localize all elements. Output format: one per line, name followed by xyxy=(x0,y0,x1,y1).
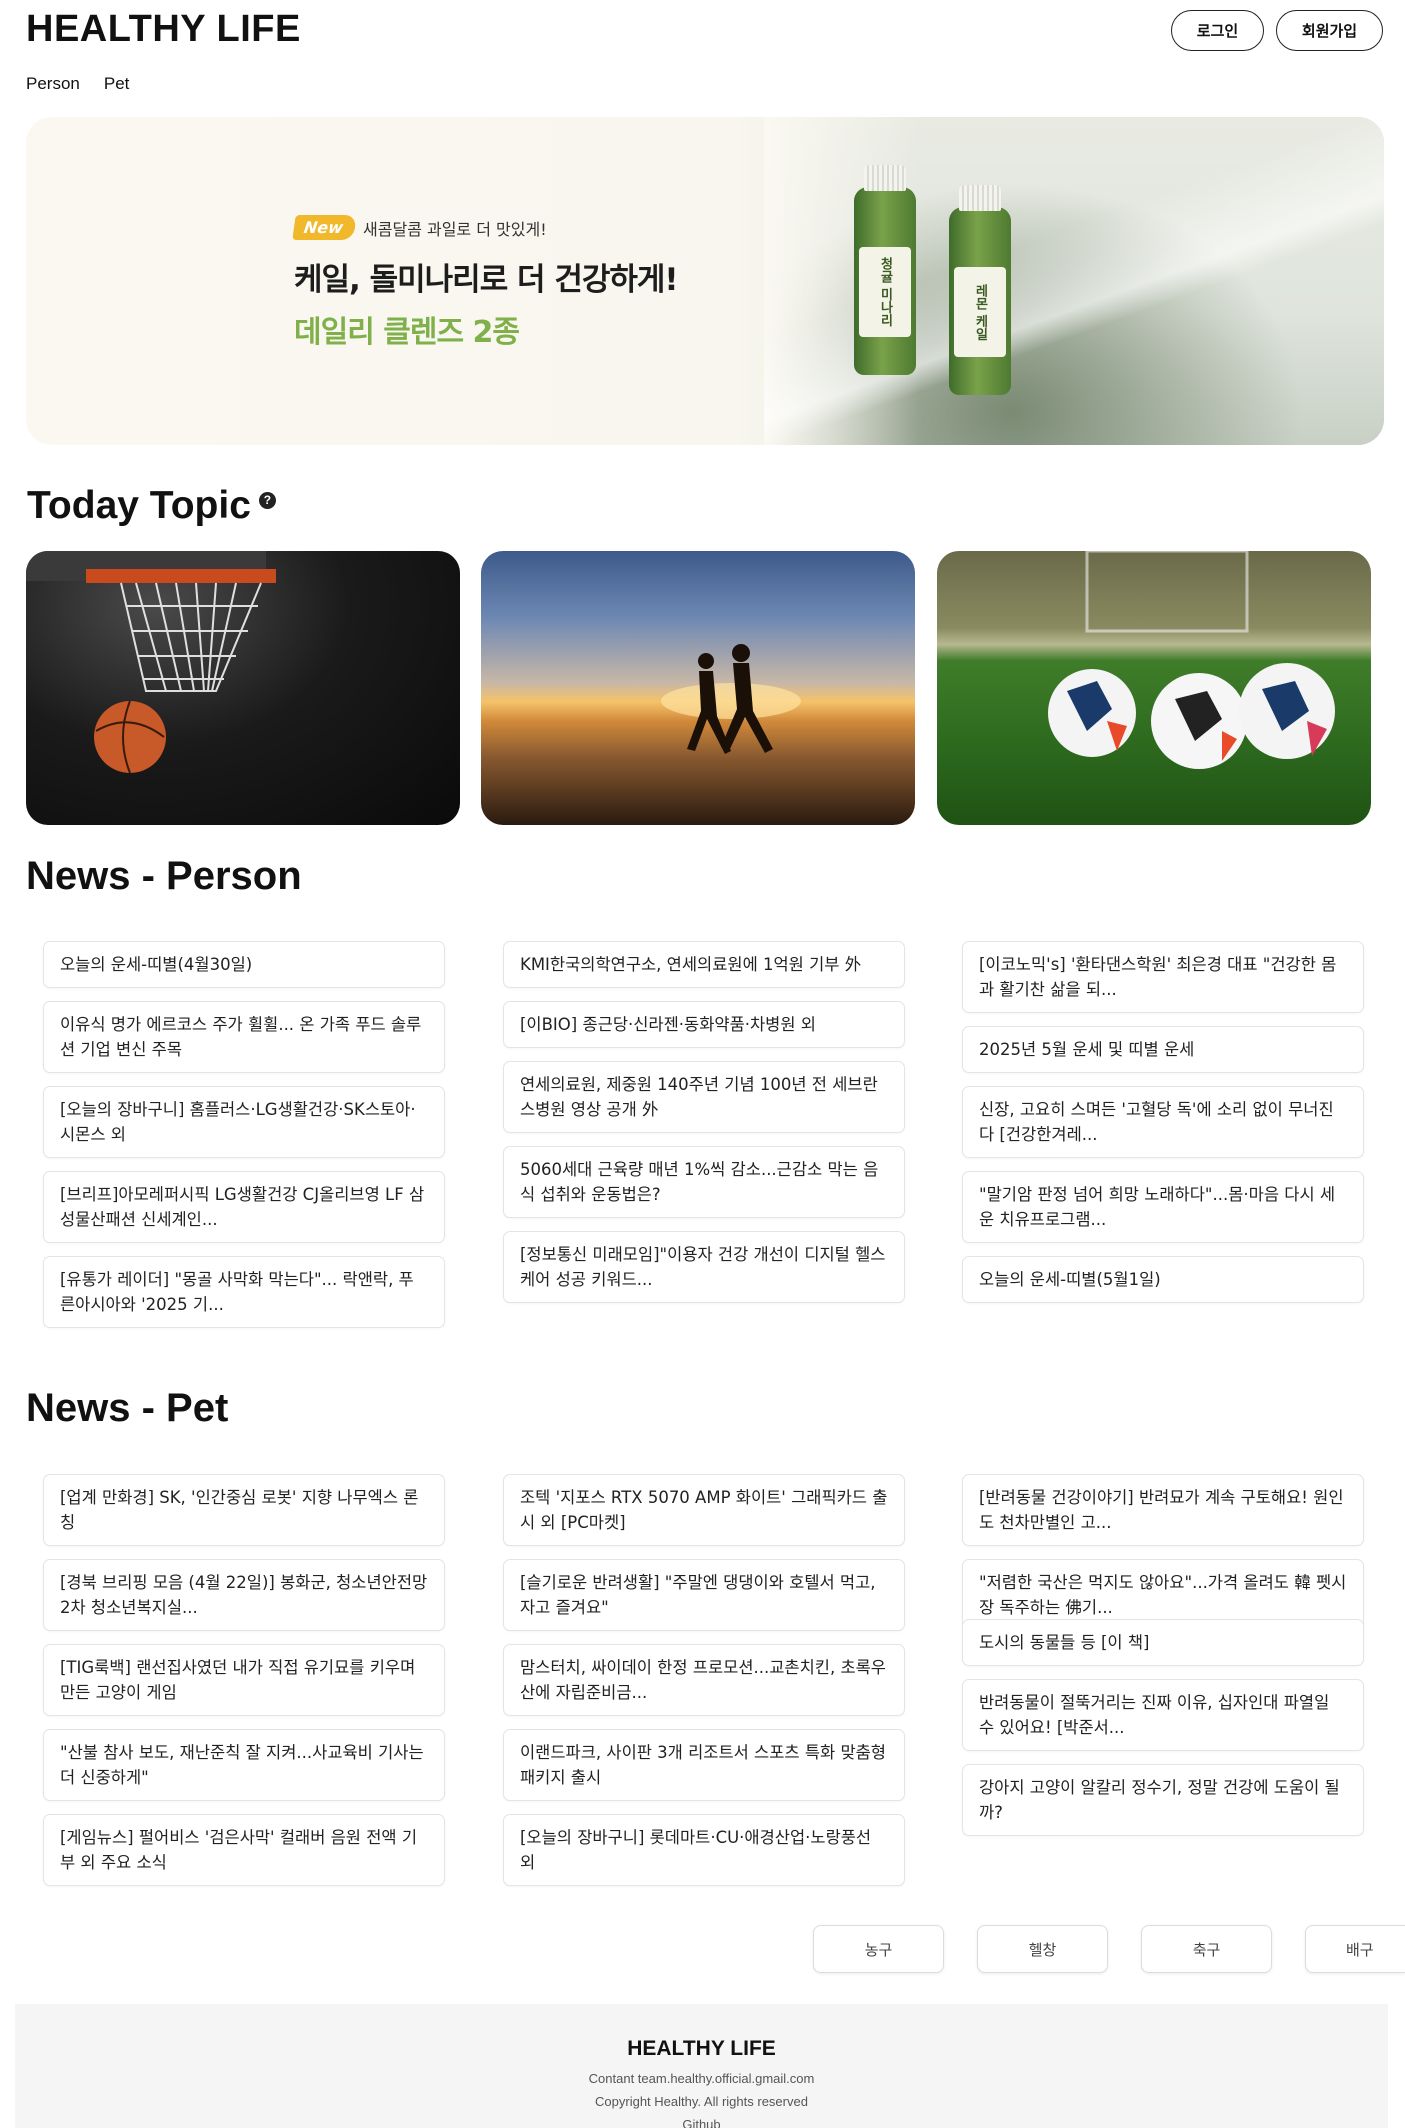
footer-copyright: Copyright Healthy. All rights reserved xyxy=(595,2094,808,2109)
news-item[interactable]: 맘스터치, 싸이데이 한정 프로모션...교촌치킨, 초록우산에 자립준비금..… xyxy=(503,1644,905,1716)
news-item[interactable]: KMI한국의학연구소, 연세의료원에 1억원 기부 外 xyxy=(503,941,905,988)
signup-button[interactable]: 회원가입 xyxy=(1276,10,1383,51)
login-button[interactable]: 로그인 xyxy=(1171,10,1264,51)
soccer-image xyxy=(1048,551,1335,769)
bottle-label: 레몬 케일 xyxy=(954,267,1006,357)
news-item[interactable]: "산불 참사 보도, 재난준칙 잘 지켜...사교육비 기사는 더 신중하게" xyxy=(43,1729,445,1801)
hero-banner[interactable]: 청귤 미나리 레몬 케일 New 새콤달콤 과일로 더 맛있게! 케일, 돌미나… xyxy=(26,117,1384,445)
category-button-basketball[interactable]: 농구 xyxy=(813,1925,944,1973)
news-item[interactable]: 신장, 고요히 스며든 '고혈당 독'에 소리 없이 무너진다 [건강한겨레..… xyxy=(962,1086,1364,1158)
running-image xyxy=(661,644,801,754)
news-pet-title: News - Pet xyxy=(26,1386,229,1430)
auth-buttons: 로그인 회원가입 xyxy=(1171,10,1383,51)
news-item[interactable]: [경북 브리핑 모음 (4월 22일)] 봉화군, 청소년안전망 2차 청소년복… xyxy=(43,1559,445,1631)
main-nav: Person Pet xyxy=(26,74,129,94)
news-item[interactable]: 5060세대 근육량 매년 1%씩 감소...근감소 막는 음식 섭취와 운동법… xyxy=(503,1146,905,1218)
news-item[interactable]: [브리프]아모레퍼시픽 LG생활건강 CJ올리브영 LF 삼성물산패션 신세계인… xyxy=(43,1171,445,1243)
news-person-title: News - Person xyxy=(26,854,302,898)
help-icon[interactable]: ? xyxy=(258,491,276,509)
hero-subtitle: 데일리 클렌즈 2종 xyxy=(294,315,520,350)
topic-card-basketball[interactable] xyxy=(26,551,460,825)
hero-text: New 새콤달콤 과일로 더 맛있게! 케일, 돌미나리로 더 건강하게! 데일… xyxy=(292,215,679,351)
news-item[interactable]: 이유식 명가 에르코스 주가 휠휠... 온 가족 푸드 솔루션 기업 변신 주… xyxy=(43,1001,445,1073)
news-item[interactable]: [오늘의 장바구니] 홈플러스·LG생활건강·SK스토아·시몬스 외 xyxy=(43,1086,445,1158)
category-button-gym[interactable]: 헬창 xyxy=(977,1925,1108,1973)
news-item[interactable]: 반려동물이 절뚝거리는 진짜 이유, 십자인대 파열일 수 있어요! [박준서.… xyxy=(962,1679,1364,1751)
news-item[interactable]: 오늘의 운세-띠별(4월30일) xyxy=(43,941,445,988)
news-item[interactable]: 이랜드파크, 사이판 3개 리조트서 스포츠 특화 맞춤형 패키지 출시 xyxy=(503,1729,905,1801)
nav-item-pet[interactable]: Pet xyxy=(104,74,130,94)
news-item[interactable]: 2025년 5월 운세 및 띠별 운세 xyxy=(962,1026,1364,1073)
footer-github-link[interactable]: Github xyxy=(15,2117,1388,2128)
news-item[interactable]: 조텍 '지포스 RTX 5070 AMP 화이트' 그래픽카드 출시 외 [PC… xyxy=(503,1474,905,1546)
news-item[interactable]: [이BIO] 종근당·신라젠·동화약품·차병원 외 xyxy=(503,1001,905,1048)
bottle-image: 레몬 케일 xyxy=(949,185,1011,395)
news-item[interactable]: [슬기로운 반려생활] "주말엔 댕댕이와 호텔서 먹고, 자고 즐겨요" xyxy=(503,1559,905,1631)
news-item[interactable]: [오늘의 장바구니] 롯데마트·CU·애경산업·노랑풍선 외 xyxy=(503,1814,905,1886)
topic-card-soccer[interactable] xyxy=(937,551,1371,825)
news-item[interactable]: [업계 만화경] SK, '인간중심 로봇' 지향 나무엑스 론칭 xyxy=(43,1474,445,1546)
news-item[interactable]: 연세의료원, 제중원 140주년 기념 100년 전 세브란스병원 영상 공개 … xyxy=(503,1061,905,1133)
basketball-image xyxy=(26,551,276,774)
category-button-volleyball[interactable]: 배구 xyxy=(1305,1925,1405,1973)
news-item[interactable]: [이코노믹's] '환타댄스학원' 최은경 대표 "건강한 몸과 활기찬 삶을 … xyxy=(962,941,1364,1013)
page: HEALTHY LIFE 로그인 회원가입 Person Pet 청귤 미나리 … xyxy=(0,0,1405,2128)
news-item[interactable]: 오늘의 운세-띠별(5월1일) xyxy=(962,1256,1364,1303)
today-topic-title: Today Topic? xyxy=(27,484,276,528)
news-item[interactable]: [게임뉴스] 펄어비스 '검은사막' 컬래버 음원 전액 기부 외 주요 소식 xyxy=(43,1814,445,1886)
topic-card-running[interactable] xyxy=(481,551,915,825)
hero-product-image: 청귤 미나리 레몬 케일 xyxy=(764,117,1384,445)
news-item[interactable]: "말기암 판정 넘어 희망 노래하다"...몸·마음 다시 세운 치유프로그램.… xyxy=(962,1171,1364,1243)
category-button-soccer[interactable]: 축구 xyxy=(1141,1925,1272,1973)
news-item[interactable]: [TIG룩백] 랜선집사였던 내가 직접 유기묘를 키우며 만든 고양이 게임 xyxy=(43,1644,445,1716)
news-item[interactable]: 도시의 동물들 등 [이 책] xyxy=(962,1619,1364,1666)
news-item[interactable]: [유통가 레이더] "몽골 사막화 막는다"... 락앤락, 푸른아시아와 '2… xyxy=(43,1256,445,1328)
bottle-label: 청귤 미나리 xyxy=(859,247,911,337)
news-item[interactable]: [반려동물 건강이야기] 반려묘가 계속 구토해요! 원인도 천차만별인 고..… xyxy=(962,1474,1364,1546)
site-logo[interactable]: HEALTHY LIFE xyxy=(26,8,301,51)
nav-item-person[interactable]: Person xyxy=(26,74,80,94)
bottle-image: 청귤 미나리 xyxy=(854,165,916,375)
footer-contact: Contant team.healthy.official.gmail.com xyxy=(588,2071,815,2086)
footer: HEALTHY LIFE Contant team.healthy.offici… xyxy=(15,2004,1388,2128)
news-item[interactable]: 강아지 고양이 알칼리 정수기, 정말 건강에 도움이 될까? xyxy=(962,1764,1364,1836)
new-badge: New xyxy=(292,215,357,240)
footer-logo: HEALTHY LIFE xyxy=(627,2037,776,2060)
hero-tagline: 새콤달콤 과일로 더 맛있게! xyxy=(363,219,547,239)
news-item[interactable]: [정보통신 미래모임]"이용자 건강 개선이 디지털 헬스케어 성공 키워드..… xyxy=(503,1231,905,1303)
hero-title: 케일, 돌미나리로 더 건강하게! xyxy=(294,262,679,298)
today-topic-label: Today Topic xyxy=(27,484,251,527)
